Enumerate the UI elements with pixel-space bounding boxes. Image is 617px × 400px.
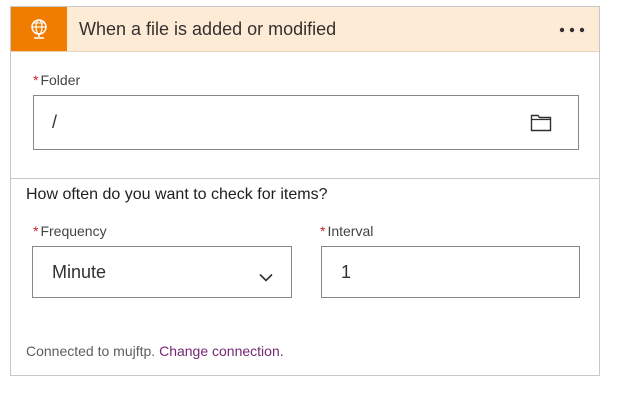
connection-status: Connected to mujftp. Change connection.: [26, 343, 284, 359]
recurrence-question: How often do you want to check for items…: [26, 186, 328, 203]
folder-input[interactable]: /: [33, 95, 579, 150]
required-mark: *: [33, 223, 39, 239]
more-options-icon: [558, 20, 586, 38]
frequency-dropdown[interactable]: Minute: [32, 246, 292, 298]
folder-label: * Folder: [33, 72, 80, 88]
interval-value: 1: [341, 262, 352, 282]
section-divider: [11, 178, 599, 179]
trigger-title: When a file is added or modified: [79, 19, 337, 39]
trigger-header[interactable]: When a file is added or modified: [11, 7, 599, 52]
chevron-down-icon: [259, 266, 273, 287]
interval-label-text: Interval: [327, 223, 374, 239]
connection-text: Connected to mujftp.: [26, 343, 156, 359]
more-options-button[interactable]: [555, 15, 589, 43]
interval-input[interactable]: 1: [321, 246, 580, 298]
trigger-card: When a file is added or modified * Folder…: [10, 6, 600, 376]
change-connection-link[interactable]: Change connection.: [159, 343, 284, 359]
folder-label-text: Folder: [40, 72, 81, 88]
interval-label: * Interval: [320, 223, 373, 239]
required-mark: *: [320, 223, 326, 239]
required-mark: *: [33, 72, 39, 88]
frequency-value: Minute: [52, 262, 107, 282]
frequency-label: * Frequency: [33, 223, 107, 239]
folder-value: /: [52, 112, 58, 132]
ftp-globe-icon: [11, 7, 67, 51]
frequency-label-text: Frequency: [40, 223, 107, 239]
folder-icon[interactable]: [530, 112, 552, 137]
